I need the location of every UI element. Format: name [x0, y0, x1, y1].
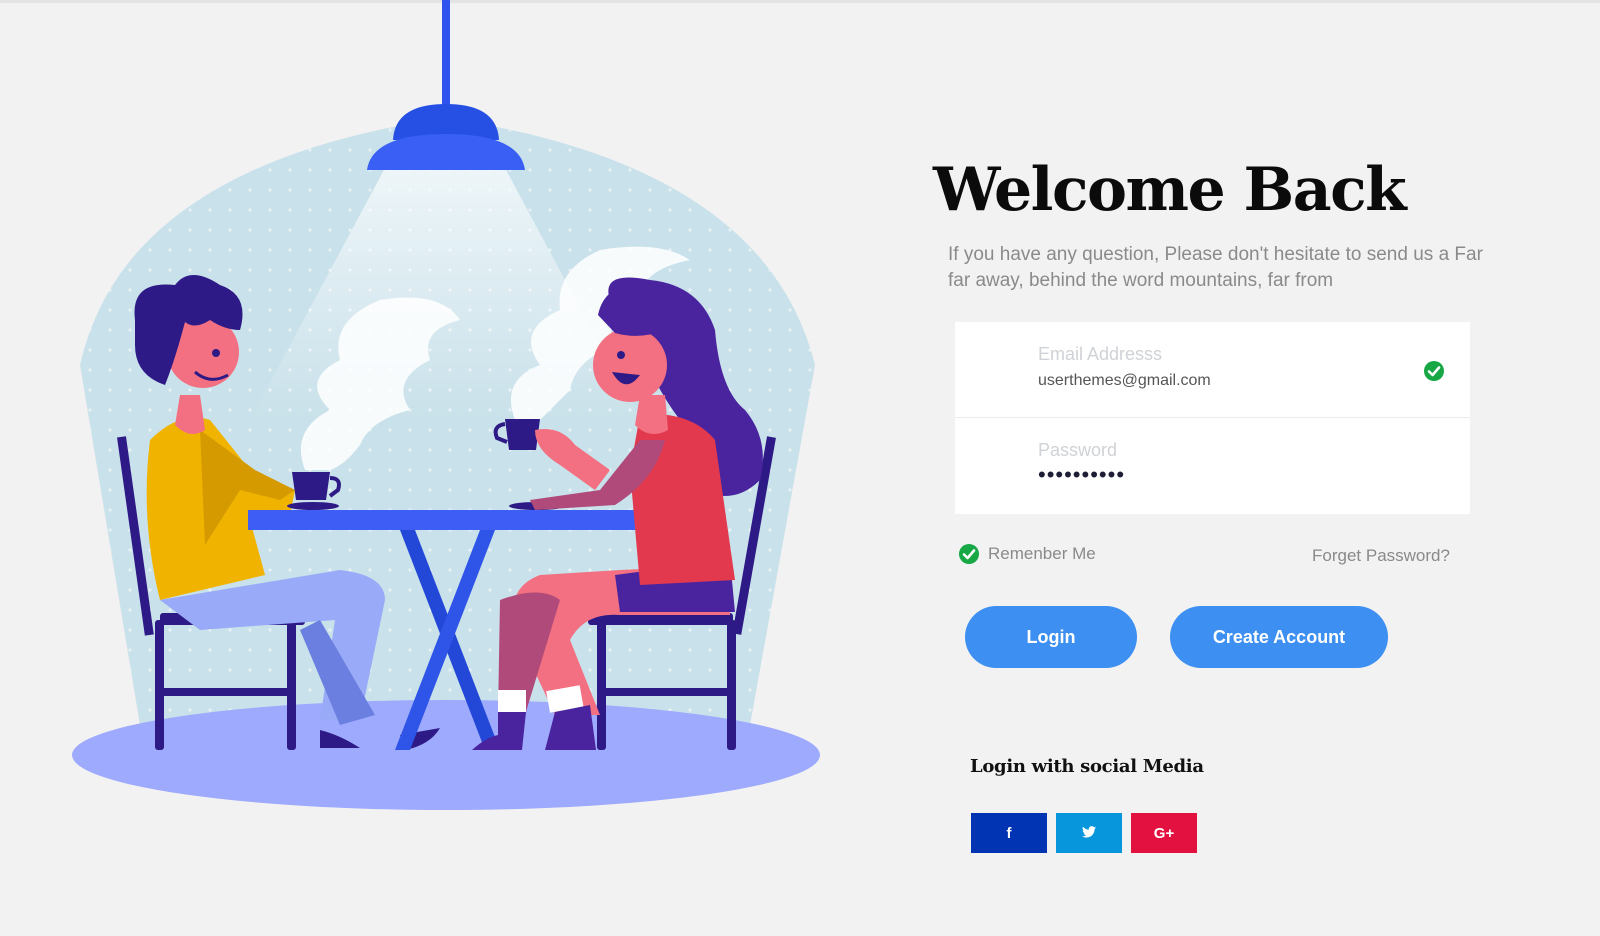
- twitter-button[interactable]: [1056, 813, 1122, 853]
- password-label: Password: [1038, 440, 1118, 460]
- remember-me-checkbox[interactable]: Remenber Me: [958, 543, 1096, 565]
- login-form: Email Addresss Password ••••••••••: [955, 322, 1470, 514]
- google-plus-icon: G+: [1153, 824, 1175, 842]
- email-field[interactable]: Email Addresss: [955, 322, 1470, 418]
- login-button[interactable]: Login: [965, 606, 1137, 668]
- floor-shadow: [72, 700, 820, 810]
- remember-me-label: Remenber Me: [988, 544, 1096, 563]
- email-label: Email Addresss: [1038, 344, 1163, 364]
- social-login-heading: Login with social Media: [970, 756, 1204, 777]
- check-circle-icon: [1424, 361, 1444, 381]
- page-subtitle: If you have any question, Please don't h…: [948, 244, 1483, 291]
- google-plus-button[interactable]: G+: [1131, 813, 1197, 853]
- password-input[interactable]: ••••••••••: [1038, 462, 1398, 488]
- create-account-button[interactable]: Create Account: [1170, 606, 1388, 668]
- check-circle-icon: [959, 544, 979, 564]
- coffee-illustration: [72, 0, 820, 810]
- forgot-password-link[interactable]: Forget Password?: [1312, 546, 1450, 566]
- facebook-button[interactable]: f: [971, 813, 1047, 853]
- password-field[interactable]: Password ••••••••••: [955, 418, 1470, 513]
- page-title: Welcome Back: [933, 155, 1407, 225]
- email-input[interactable]: [1038, 372, 1398, 390]
- facebook-icon: f: [1006, 824, 1012, 842]
- ceiling-lamp-icon: [367, 0, 525, 170]
- twitter-icon: [1082, 825, 1096, 838]
